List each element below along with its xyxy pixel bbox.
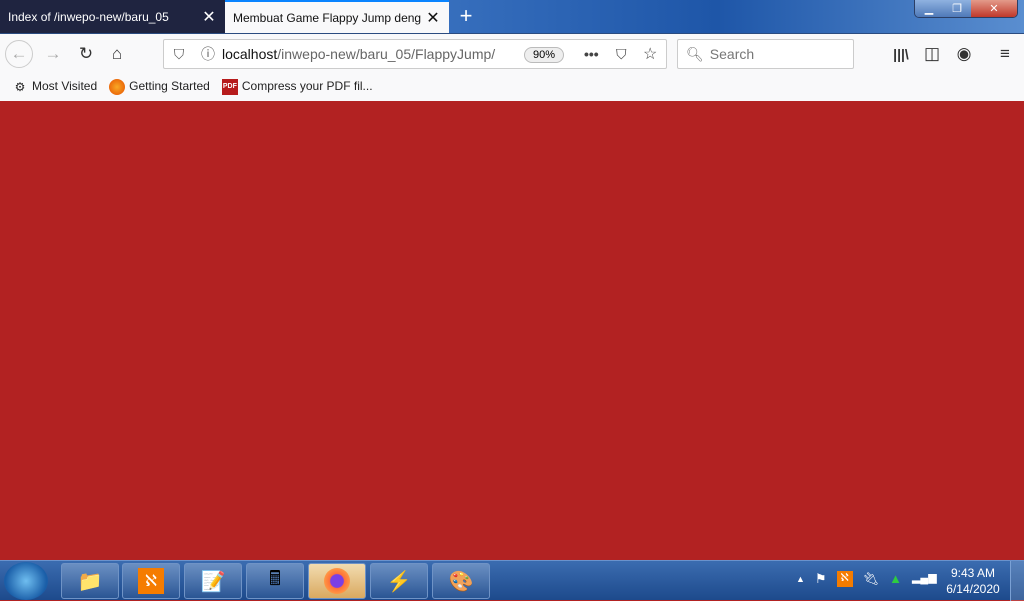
- zoom-level-button[interactable]: 90%: [524, 47, 564, 63]
- gear-icon: ⚙: [14, 80, 26, 94]
- window-controls: ▁ ❐ ✕: [914, 0, 1018, 18]
- back-button[interactable]: ←: [5, 40, 33, 68]
- xampp-tray-icon[interactable]: ℵ: [836, 571, 853, 587]
- url-bar[interactable]: ⛉ ⓘ localhost/inwepo-new/baru_05/FlappyJ…: [163, 39, 667, 69]
- paint-taskbar-button[interactable]: 🎨: [432, 563, 490, 599]
- explorer-taskbar-button[interactable]: 📁: [61, 563, 119, 599]
- menu-icon[interactable]: ≡: [991, 40, 1019, 68]
- taskbar: 📁 ℵ 📝 🖩 ⚡ 🎨 ▲ ⚑ ℵ 🔌︎ ▲ ▂▄▆ 9:43 AM 6/14/…: [0, 560, 1024, 601]
- firefox-icon: [324, 568, 350, 594]
- close-window-button[interactable]: ✕: [971, 0, 1017, 17]
- search-input[interactable]: 🔍︎ Search: [677, 39, 854, 69]
- close-tab-icon[interactable]: ✕: [201, 7, 217, 27]
- library-icon[interactable]: |||\: [887, 40, 915, 68]
- tab-label: Membuat Game Flappy Jump deng: [233, 10, 422, 25]
- shield-icon[interactable]: ⛉: [164, 46, 194, 63]
- network-signal-icon[interactable]: ▂▄▆: [912, 571, 937, 587]
- power-icon[interactable]: 🔌︎: [863, 571, 880, 587]
- green-triangle-icon[interactable]: ▲: [889, 571, 902, 587]
- notepadpp-taskbar-button[interactable]: 📝: [184, 563, 242, 599]
- bookmark-label: Most Visited: [32, 79, 98, 94]
- start-button[interactable]: [4, 562, 48, 600]
- game-canvas[interactable]: [0, 101, 1024, 560]
- new-tab-button[interactable]: +: [452, 3, 480, 29]
- search-icon: 🔍︎: [686, 45, 704, 62]
- notepad-icon: 📝: [200, 570, 226, 593]
- forward-button[interactable]: →: [39, 40, 67, 68]
- clock-date: 6/14/2020: [946, 582, 1000, 596]
- tab-index[interactable]: Index of /inwepo-new/baru_05 ✕: [0, 0, 225, 33]
- paint-icon: 🎨: [448, 570, 474, 593]
- xampp-taskbar-button[interactable]: ℵ: [122, 563, 180, 599]
- winamp-icon: ⚡: [386, 570, 412, 593]
- account-icon[interactable]: ◉: [950, 40, 978, 68]
- url-path: /inwepo-new/baru_05/FlappyJump/: [277, 46, 496, 62]
- url-host: localhost: [222, 46, 278, 62]
- bookmark-compress-pdf[interactable]: PDF Compress your PDF fil...: [221, 79, 373, 95]
- show-desktop-button[interactable]: [1010, 561, 1024, 601]
- reload-button[interactable]: ↻: [72, 40, 100, 68]
- info-icon[interactable]: ⓘ: [194, 44, 222, 64]
- bookmark-label: Getting Started: [129, 79, 210, 94]
- navigation-toolbar: ← → ↻ ⌂ ⛉ ⓘ localhost/inwepo-new/baru_05…: [0, 33, 1024, 73]
- minimize-button[interactable]: ▁: [915, 0, 943, 17]
- calculator-icon: 🖩: [269, 568, 281, 590]
- clock[interactable]: 9:43 AM 6/14/2020: [940, 565, 1006, 597]
- bookmark-star-icon[interactable]: ☆: [643, 44, 657, 64]
- bookmark-getting-started[interactable]: Getting Started: [109, 79, 210, 95]
- system-tray: ▲ ⚑ ℵ 🔌︎ ▲ ▂▄▆: [796, 571, 937, 587]
- firefox-taskbar-button[interactable]: [308, 563, 366, 599]
- sidebar-icon[interactable]: ◫: [918, 40, 946, 68]
- pocket-icon[interactable]: ⛉: [616, 46, 627, 63]
- tab-label: Index of /inwepo-new/baru_05: [8, 9, 169, 24]
- pdf-icon: PDF: [221, 79, 238, 95]
- home-button[interactable]: ⌂: [103, 40, 131, 68]
- winamp-taskbar-button[interactable]: ⚡: [370, 563, 428, 599]
- restore-button[interactable]: ❐: [943, 0, 971, 17]
- action-center-flag-icon[interactable]: ⚑: [815, 571, 827, 587]
- xampp-icon: ℵ: [138, 568, 164, 594]
- tab-flappy-jump[interactable]: Membuat Game Flappy Jump deng ✕: [225, 0, 449, 33]
- firefox-icon: [109, 79, 126, 95]
- close-tab-icon[interactable]: ✕: [425, 8, 441, 28]
- clock-time: 9:43 AM: [950, 566, 996, 580]
- title-bar: Index of /inwepo-new/baru_05 ✕ Membuat G…: [0, 0, 1024, 33]
- folder-icon: 📁: [77, 570, 103, 593]
- bookmarks-toolbar: ⚙ Most Visited Getting Started PDF Compres…: [0, 73, 1024, 101]
- bookmark-most-visited[interactable]: ⚙ Most Visited: [12, 79, 98, 95]
- bookmark-label: Compress your PDF fil...: [241, 79, 373, 94]
- more-actions-icon[interactable]: •••: [584, 46, 599, 62]
- calculator-taskbar-button[interactable]: 🖩: [246, 563, 304, 599]
- search-placeholder: Search: [709, 46, 755, 62]
- show-hidden-icons-icon[interactable]: ▲: [796, 574, 805, 587]
